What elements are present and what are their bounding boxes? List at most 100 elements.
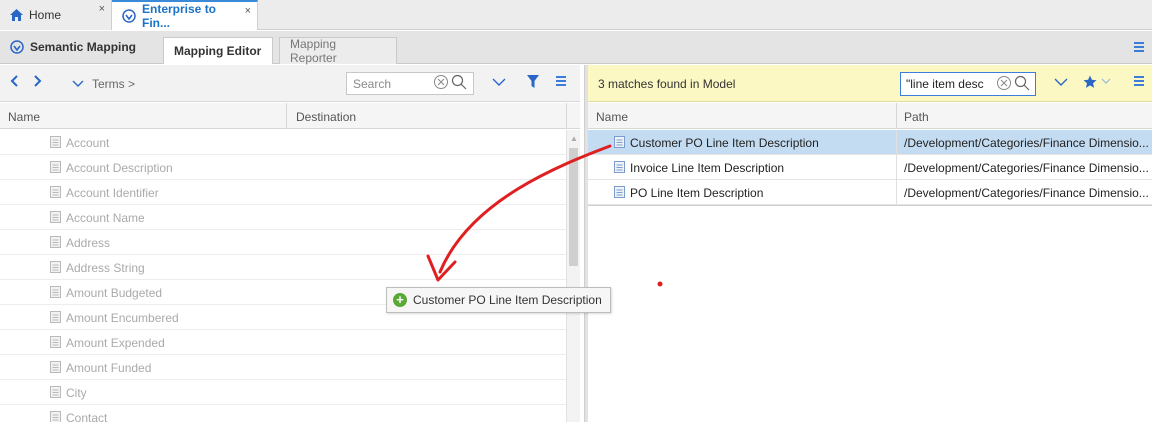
result-path: /Development/Categories/Finance Dimensio… bbox=[904, 161, 1149, 175]
terms-toolbar: Terms > Search bbox=[0, 65, 580, 102]
table-row[interactable]: Account Name bbox=[0, 205, 566, 230]
term-icon bbox=[50, 186, 61, 198]
search-icon[interactable] bbox=[1014, 75, 1030, 94]
term-icon bbox=[50, 386, 61, 398]
term-icon bbox=[50, 411, 61, 422]
term-icon bbox=[50, 286, 61, 298]
mapping-icon bbox=[122, 9, 136, 23]
menu-icon[interactable] bbox=[556, 75, 566, 87]
search-results-bar: 3 matches found in Model "line item desc bbox=[588, 65, 1152, 102]
chevron-down-icon bbox=[72, 80, 84, 88]
breadcrumb-label: Terms > bbox=[92, 77, 136, 91]
clear-icon[interactable] bbox=[433, 74, 449, 93]
breadcrumb[interactable]: Terms > bbox=[72, 77, 135, 91]
term-icon bbox=[614, 136, 625, 148]
semantic-mapping-label: Semantic Mapping bbox=[30, 40, 137, 54]
model-search-input[interactable]: "line item desc bbox=[900, 72, 1036, 96]
term-icon bbox=[50, 311, 61, 323]
tab-mapping-editor[interactable]: Mapping Editor bbox=[163, 37, 273, 64]
term-label: Account Description bbox=[66, 161, 173, 175]
terms-search-input[interactable]: Search bbox=[346, 72, 474, 95]
results-table-header: Name Path bbox=[588, 103, 1152, 129]
document-tab-strip: Home × Enterprise to Fin... × bbox=[0, 0, 1152, 30]
add-icon: + bbox=[393, 293, 407, 307]
terms-table-body: Account Account Description Account Iden… bbox=[0, 130, 566, 422]
term-icon bbox=[50, 161, 61, 173]
term-icon bbox=[50, 336, 61, 348]
table-row[interactable]: Account Description bbox=[0, 155, 566, 180]
drag-tooltip-label: Customer PO Line Item Description bbox=[413, 293, 602, 307]
term-icon bbox=[50, 261, 61, 273]
filter-icon[interactable] bbox=[527, 75, 539, 89]
term-icon bbox=[614, 161, 625, 173]
drag-tooltip: + Customer PO Line Item Description bbox=[386, 287, 611, 313]
semantic-mapping-title: Semantic Mapping bbox=[10, 40, 136, 54]
term-icon bbox=[614, 186, 625, 198]
tab-enterprise-mapping[interactable]: Enterprise to Fin... × bbox=[112, 0, 258, 30]
column-name[interactable]: Name bbox=[596, 110, 628, 124]
tab-mapping-reporter[interactable]: Mapping Reporter bbox=[279, 37, 397, 65]
editor-tab-bar: Semantic Mapping Mapping Editor Mapping … bbox=[0, 31, 1152, 65]
term-label: Amount Budgeted bbox=[66, 286, 163, 300]
terms-panel: Terms > Search Name Destination Account … bbox=[0, 65, 580, 422]
menu-icon[interactable] bbox=[1134, 75, 1144, 87]
term-label: Address bbox=[66, 236, 111, 250]
close-icon[interactable]: × bbox=[99, 3, 105, 15]
table-row[interactable]: Address bbox=[0, 230, 566, 255]
result-name: PO Line Item Description bbox=[630, 186, 764, 200]
result-path: /Development/Categories/Finance Dimensio… bbox=[904, 186, 1149, 200]
tab-enterprise-label: Enterprise to Fin... bbox=[142, 2, 217, 30]
table-row[interactable]: Address String bbox=[0, 255, 566, 280]
table-row[interactable]: Account Identifier bbox=[0, 180, 566, 205]
table-row[interactable]: City bbox=[0, 380, 566, 405]
term-label: Amount Encumbered bbox=[66, 311, 179, 325]
scroll-up-icon[interactable]: ▲ bbox=[570, 134, 578, 143]
term-label: Amount Funded bbox=[66, 361, 152, 375]
chevron-down-icon[interactable] bbox=[492, 75, 506, 89]
model-search-panel: 3 matches found in Model "line item desc bbox=[588, 65, 1152, 422]
chevron-down-icon[interactable] bbox=[1054, 75, 1068, 89]
table-row[interactable]: Account bbox=[0, 130, 566, 155]
column-path[interactable]: Path bbox=[904, 110, 929, 124]
close-icon[interactable]: × bbox=[245, 5, 251, 17]
column-name[interactable]: Name bbox=[8, 110, 40, 124]
table-row[interactable]: Invoice Line Item Description /Developme… bbox=[588, 155, 1152, 180]
forward-arrow-icon[interactable] bbox=[34, 74, 42, 91]
result-path: /Development/Categories/Finance Dimensio… bbox=[904, 136, 1149, 150]
star-dropdown-icon[interactable] bbox=[1101, 78, 1111, 86]
term-label: Account Identifier bbox=[66, 186, 159, 200]
search-value: "line item desc bbox=[906, 77, 984, 91]
table-row[interactable]: PO Line Item Description /Development/Ca… bbox=[588, 180, 1152, 205]
clear-icon[interactable] bbox=[996, 75, 1012, 94]
term-icon bbox=[50, 211, 61, 223]
scrollbar-thumb[interactable] bbox=[569, 148, 578, 266]
terms-table-header: Name Destination bbox=[0, 103, 580, 129]
back-arrow-icon[interactable] bbox=[10, 74, 18, 91]
search-placeholder: Search bbox=[353, 76, 392, 91]
results-table-body: Customer PO Line Item Description /Devel… bbox=[588, 130, 1152, 205]
table-row[interactable]: Amount Funded bbox=[0, 355, 566, 380]
term-label: City bbox=[66, 386, 87, 400]
tab-home[interactable]: Home × bbox=[0, 0, 112, 30]
terms-scrollbar[interactable]: ▲ bbox=[566, 130, 580, 422]
term-label: Account bbox=[66, 136, 110, 150]
menu-icon[interactable] bbox=[1134, 42, 1144, 54]
search-icon[interactable] bbox=[451, 74, 467, 93]
table-row[interactable]: Contact bbox=[0, 405, 566, 422]
result-name: Customer PO Line Item Description bbox=[630, 136, 819, 150]
mapping-icon bbox=[10, 40, 24, 54]
table-row-selected[interactable]: Customer PO Line Item Description /Devel… bbox=[588, 130, 1152, 155]
term-label: Amount Expended bbox=[66, 336, 165, 350]
star-icon[interactable] bbox=[1083, 75, 1097, 89]
column-destination[interactable]: Destination bbox=[296, 110, 356, 124]
home-icon bbox=[10, 9, 23, 21]
term-label: Account Name bbox=[66, 211, 145, 225]
term-icon bbox=[50, 361, 61, 373]
term-label: Contact bbox=[66, 411, 108, 422]
term-label: Address String bbox=[66, 261, 145, 275]
match-count-text: 3 matches found in Model bbox=[598, 77, 736, 91]
table-row[interactable]: Amount Expended bbox=[0, 330, 566, 355]
tab-home-label: Home bbox=[29, 8, 62, 22]
term-icon bbox=[50, 236, 61, 248]
term-icon bbox=[50, 136, 61, 148]
